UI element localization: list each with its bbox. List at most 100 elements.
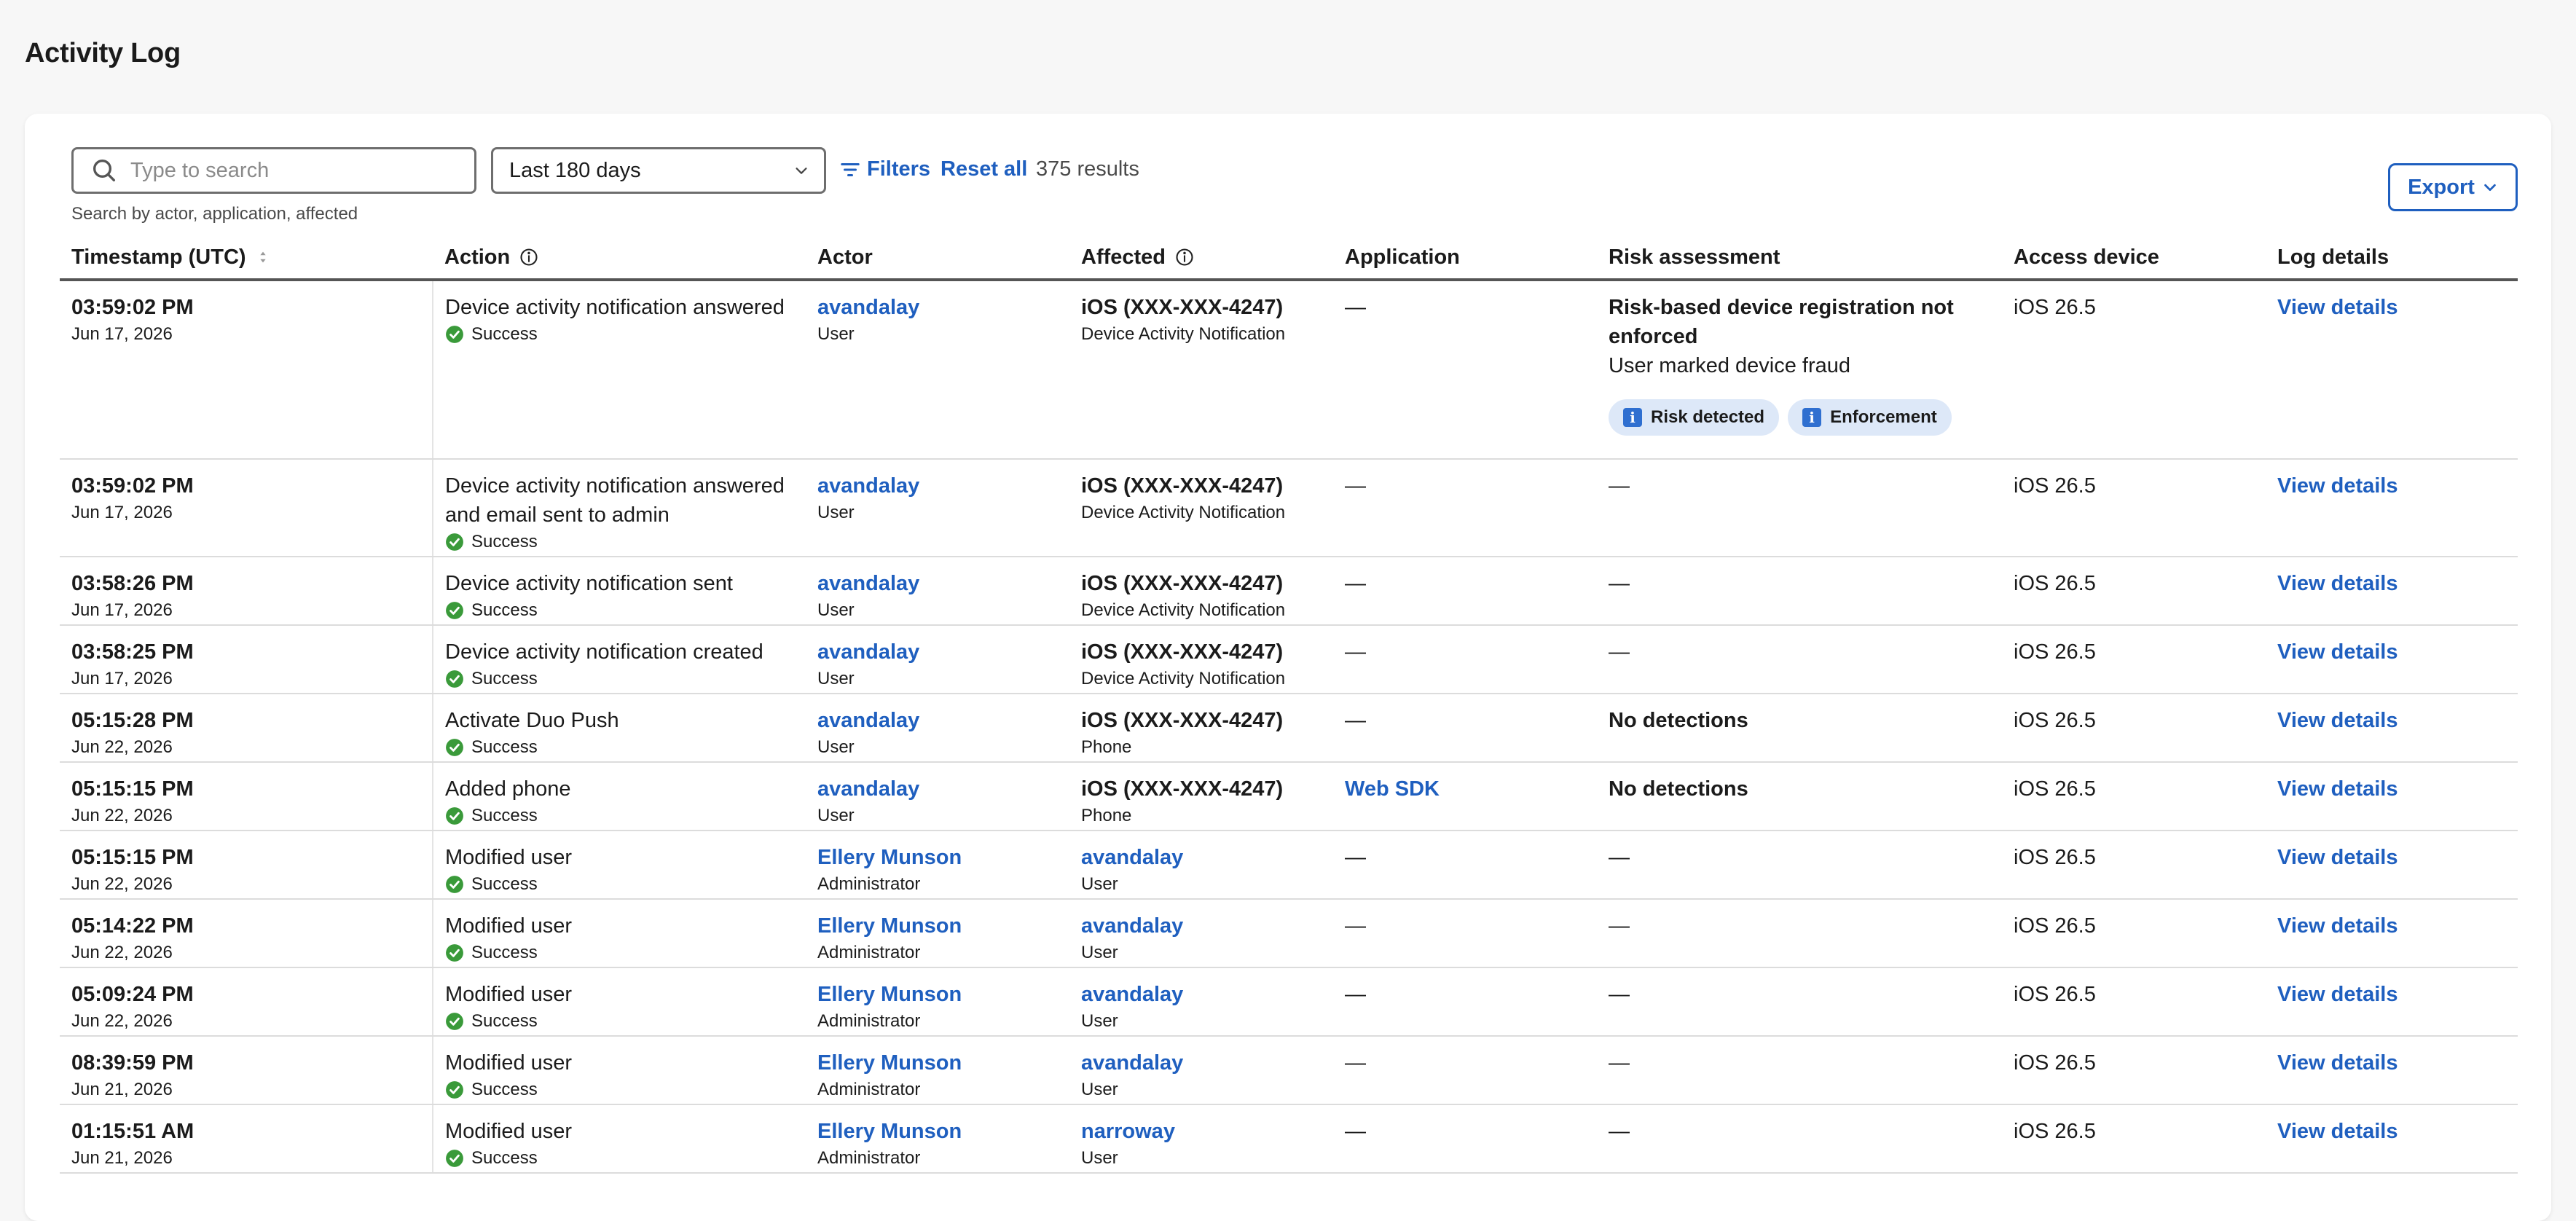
timestamp-date: Jun 17, 2026 [71, 503, 173, 522]
actor-link[interactable]: Ellery Munson [817, 843, 1064, 872]
application-value[interactable]: Web SDK [1345, 774, 1591, 804]
table-row: 03:59:02 PM Jun 17, 2026 Device activity n… [60, 459, 2518, 557]
affected-name[interactable]: avandalay [1081, 911, 1327, 941]
column-header-label: Timestamp (UTC) [71, 245, 246, 269]
table-row: 03:59:02 PM Jun 17, 2026 Device activity n… [60, 280, 2518, 460]
application-value: — [1345, 846, 1366, 869]
view-details-link[interactable]: View details [2277, 980, 2512, 1009]
action-text: Modified user [445, 846, 573, 869]
view-details-link[interactable]: View details [2277, 911, 2512, 941]
affected-type: User [1081, 1011, 1118, 1031]
risk-tag[interactable]: i Risk detected [1609, 399, 1780, 436]
cell-actor: avandalay User [806, 625, 1069, 694]
status-text: Success [471, 1148, 538, 1168]
affected-type: Phone [1081, 806, 1132, 825]
cell-risk: No detections [1597, 762, 2002, 831]
actor-link[interactable]: avandalay [817, 637, 1064, 667]
application-value: — [1345, 572, 1366, 595]
actor-link[interactable]: Ellery Munson [817, 980, 1064, 1009]
action-text: Device activity notification answered [445, 296, 785, 319]
affected-name[interactable]: narroway [1081, 1117, 1327, 1146]
actor-role: Administrator [817, 943, 921, 962]
filters-button[interactable]: Filters [839, 157, 930, 181]
affected-name: iOS (XXX-XXX-4247) [1081, 572, 1284, 595]
view-details-link[interactable]: View details [2277, 843, 2512, 872]
table-row: 05:14:22 PM Jun 22, 2026 Modified user Succ… [60, 899, 2518, 968]
cell-application: — [1333, 967, 1597, 1037]
view-details-link[interactable]: View details [2277, 774, 2512, 804]
column-header-risk: Risk assessment [1597, 243, 2002, 281]
access-device-value: iOS 26.5 [2014, 777, 2096, 801]
timestamp-time: 05:14:22 PM [71, 914, 194, 938]
affected-name[interactable]: avandalay [1081, 843, 1327, 872]
actor-link[interactable]: Ellery Munson [817, 1048, 1064, 1077]
view-details-link[interactable]: View details [2277, 471, 2512, 500]
export-button[interactable]: Export [2388, 163, 2518, 211]
risk-tag-label: Risk detected [1651, 407, 1765, 427]
application-value: — [1345, 914, 1366, 938]
cell-application: — [1333, 280, 1597, 460]
view-details-link[interactable]: View details [2277, 569, 2512, 598]
cell-timestamp: 01:15:51 AM Jun 21, 2026 [60, 1104, 433, 1174]
view-details-link[interactable]: View details [2277, 293, 2512, 322]
column-header-log-details: Log details [2266, 243, 2518, 281]
info-icon[interactable] [519, 247, 539, 267]
cell-log-details: View details [2266, 1036, 2518, 1105]
date-range-select[interactable]: Last 180 days [491, 147, 826, 194]
timestamp-time: 03:58:25 PM [71, 640, 194, 664]
status-badge: Success [445, 735, 800, 760]
info-icon[interactable] [1174, 247, 1195, 267]
risk-tag[interactable]: i Enforcement [1788, 399, 1952, 436]
action-text: Device activity notification sent [445, 572, 733, 595]
access-device-value: iOS 26.5 [2014, 914, 2096, 938]
filters-label: Filters [867, 157, 931, 181]
search-box[interactable] [71, 147, 476, 194]
status-badge: Success [445, 1077, 800, 1102]
view-details-link[interactable]: View details [2277, 706, 2512, 735]
cell-action: Modified user Success [433, 831, 806, 900]
view-details-link[interactable]: View details [2277, 637, 2512, 667]
activity-log-table: Timestamp (UTC) Action Actor Affected Ap… [60, 243, 2518, 1174]
affected-type: User [1081, 943, 1118, 962]
view-details-link[interactable]: View details [2277, 1048, 2512, 1077]
actor-link[interactable]: Ellery Munson [817, 1117, 1064, 1146]
reset-all-button[interactable]: Reset all [941, 157, 1027, 181]
actor-link[interactable]: avandalay [817, 569, 1064, 598]
actor-role: User [817, 503, 855, 522]
table-row: 05:15:15 PM Jun 22, 2026 Added phone Succes… [60, 762, 2518, 831]
actor-link[interactable]: avandalay [817, 706, 1064, 735]
table-row: 05:15:15 PM Jun 22, 2026 Modified user Succ… [60, 831, 2518, 900]
search-icon [93, 160, 115, 181]
affected-name[interactable]: avandalay [1081, 1048, 1327, 1077]
actor-role: User [817, 806, 855, 825]
timestamp-date: Jun 21, 2026 [71, 1148, 173, 1168]
results-count: 375 results [1036, 157, 1139, 181]
access-device-value: iOS 26.5 [2014, 846, 2096, 869]
sort-icon[interactable] [255, 249, 271, 265]
status-badge: Success [445, 1009, 800, 1034]
actor-link[interactable]: avandalay [817, 471, 1064, 500]
view-details-link[interactable]: View details [2277, 1117, 2512, 1146]
application-value: — [1345, 1120, 1366, 1143]
cell-access-device: iOS 26.5 [2002, 557, 2266, 626]
risk-empty: — [1609, 914, 1630, 938]
cell-risk: — [1597, 899, 2002, 968]
table-header-row: Timestamp (UTC) Action Actor Affected Ap… [60, 243, 2518, 281]
cell-timestamp: 03:59:02 PM Jun 17, 2026 [60, 459, 433, 557]
affected-name: iOS (XXX-XXX-4247) [1081, 709, 1284, 732]
access-device-value: iOS 26.5 [2014, 572, 2096, 595]
actor-link[interactable]: avandalay [817, 293, 1064, 322]
cell-risk: Risk-based device registration not enfor… [1597, 280, 2002, 460]
affected-name[interactable]: avandalay [1081, 980, 1327, 1009]
table-body: 03:59:02 PM Jun 17, 2026 Device activity n… [60, 280, 2518, 1174]
actor-link[interactable]: avandalay [817, 774, 1064, 804]
search-input[interactable] [129, 157, 452, 184]
actor-link[interactable]: Ellery Munson [817, 911, 1064, 941]
cell-application: — [1333, 1104, 1597, 1174]
column-header-timestamp[interactable]: Timestamp (UTC) [60, 243, 433, 281]
cell-risk: No detections [1597, 694, 2002, 763]
cell-action: Device activity notification answered an… [433, 459, 806, 557]
cell-access-device: iOS 26.5 [2002, 459, 2266, 557]
affected-type: User [1081, 874, 1118, 894]
cell-application: — [1333, 694, 1597, 763]
